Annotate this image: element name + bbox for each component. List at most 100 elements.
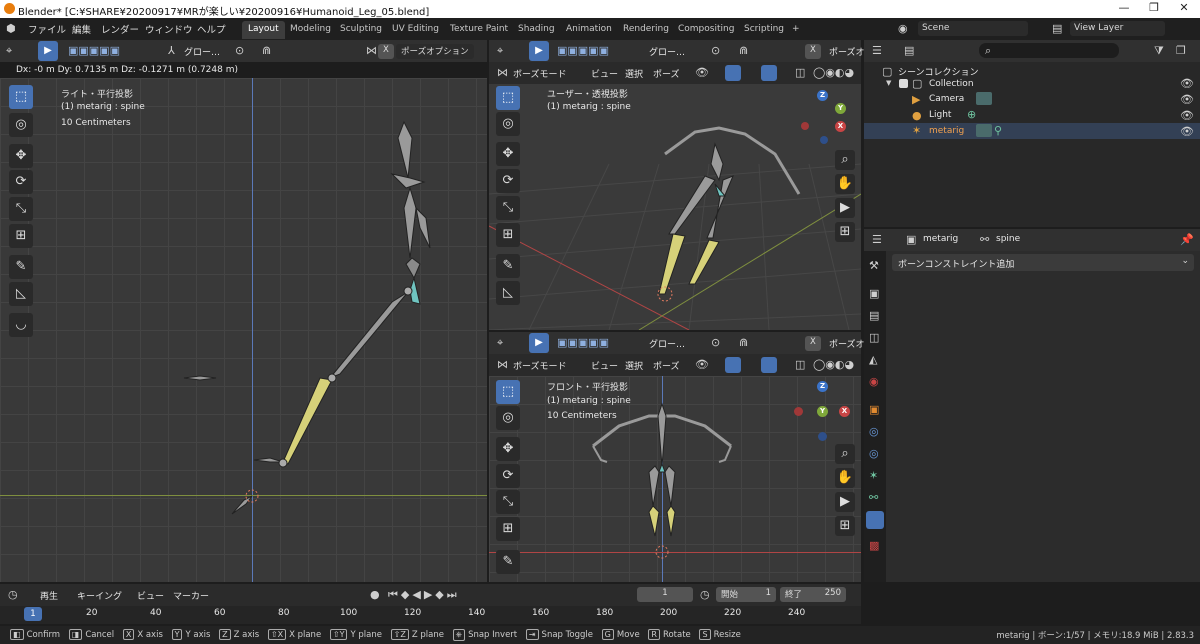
nav-y-axis[interactable]: Y: [817, 406, 828, 417]
annotate-tool-icon[interactable]: ✎: [496, 550, 520, 574]
pin-icon[interactable]: 📌: [1180, 233, 1194, 246]
bone-tab-icon[interactable]: ⚯: [869, 491, 878, 504]
tab-animation[interactable]: Animation: [560, 21, 618, 39]
menu-select[interactable]: 選択: [625, 359, 643, 372]
move-tool-icon[interactable]: ✥: [496, 142, 520, 166]
selection-mode-icon[interactable]: ▣▣▣▣▣: [557, 336, 609, 349]
nav-neg-z[interactable]: [820, 136, 828, 144]
display-mode-icon[interactable]: ▤: [904, 44, 914, 57]
left-viewport[interactable]: ライト・平行投影 (1) metarig : spine 10 Centimet…: [0, 78, 487, 582]
nav-neg-z[interactable]: [818, 432, 827, 441]
armature-data-icon[interactable]: [976, 124, 992, 137]
selection-mode-icon[interactable]: ▣▣▣▣▣: [68, 44, 120, 57]
expand-arrow-icon[interactable]: ▼: [886, 79, 891, 87]
playhead[interactable]: 1: [24, 607, 42, 621]
gizmo-toggle-icon[interactable]: [725, 65, 741, 81]
br-viewport[interactable]: フロント・平行投影 (1) metarig : spine 10 Centime…: [489, 376, 861, 582]
pose-options-dropdown[interactable]: ポーズオ: [829, 337, 865, 350]
camera-view-icon[interactable]: ▶: [835, 492, 855, 512]
eye-icon[interactable]: 👁: [1180, 109, 1194, 122]
start-frame-field[interactable]: 開始 1: [716, 587, 776, 602]
zoom-icon[interactable]: ⌕: [835, 444, 855, 464]
tool-tab-icon[interactable]: ⚒: [869, 259, 879, 272]
snap-icon[interactable]: ⋒: [262, 44, 271, 57]
view-layer-selector[interactable]: View Layer: [1070, 21, 1165, 36]
outliner-item-light[interactable]: Light: [929, 110, 951, 120]
cursor-tool-icon[interactable]: ◎: [496, 406, 520, 430]
editor-type-icon[interactable]: ⌖: [497, 44, 503, 58]
pose-options-dropdown[interactable]: ポーズオ: [829, 45, 865, 58]
tab-add-workspace[interactable]: +: [786, 21, 806, 39]
timeline-menu-view[interactable]: ビュー: [137, 589, 164, 602]
timeline-menu-keying[interactable]: キーイング: [77, 589, 122, 602]
checkbox-icon[interactable]: [899, 79, 908, 88]
pan-hand-icon[interactable]: ✋: [835, 468, 855, 488]
nav-z-axis[interactable]: Z: [817, 90, 828, 101]
render-tab-icon[interactable]: ▣: [869, 287, 879, 300]
x-mirror-toggle[interactable]: X: [805, 336, 821, 351]
editor-type-icon[interactable]: ☰: [872, 233, 882, 246]
x-mirror-toggle[interactable]: X: [805, 44, 821, 59]
view-layer-icon[interactable]: ▤: [1052, 22, 1062, 35]
menu-view[interactable]: ビュー: [591, 67, 618, 80]
mode-dropdown[interactable]: ボーズモード: [513, 67, 567, 80]
end-frame-field[interactable]: 終了 250: [780, 587, 846, 602]
zoom-icon[interactable]: ⌕: [835, 150, 855, 170]
maximize-button[interactable]: ❐: [1140, 1, 1168, 17]
record-icon[interactable]: ●: [370, 588, 380, 601]
overlay-toggle-icon[interactable]: [761, 357, 777, 373]
xray-icon[interactable]: ◫: [795, 358, 805, 371]
modifier-tab-icon[interactable]: ◎: [869, 425, 879, 438]
cursor-tool-icon[interactable]: ◎: [496, 112, 520, 136]
transform-tool-icon[interactable]: ⊞: [496, 223, 520, 247]
perspective-toggle-icon[interactable]: ⊞: [835, 222, 855, 242]
outliner-item-metarig[interactable]: metarig: [929, 126, 964, 136]
tab-shading[interactable]: Shading: [512, 21, 561, 39]
tab-rendering[interactable]: Rendering: [617, 21, 675, 39]
nav-z-axis[interactable]: Z: [817, 381, 828, 392]
eye-icon[interactable]: 👁: [1180, 77, 1194, 90]
rotate-tool-icon[interactable]: ⟳: [496, 464, 520, 488]
add-bone-constraint-dropdown[interactable]: ボーンコンストレイント追加 ⌄: [892, 254, 1194, 271]
editor-type-icon[interactable]: ⌖: [497, 336, 503, 350]
playback-controls-icon[interactable]: ⏮◆◀▶◆⏭: [388, 588, 460, 602]
scene-icon[interactable]: ◉: [898, 22, 908, 35]
shading-modes-icon[interactable]: ◯◉◐◕: [813, 66, 854, 79]
timeline-menu-playback[interactable]: 再生: [40, 589, 58, 602]
eye-icon[interactable]: 👁: [1180, 125, 1194, 138]
transform-tool-icon[interactable]: ⊞: [496, 517, 520, 541]
select-box-icon[interactable]: ▶: [529, 41, 549, 61]
transform-orientation-dropdown[interactable]: グロー…: [649, 337, 685, 350]
scene-selector[interactable]: Scene: [918, 21, 1028, 36]
outliner-item-camera[interactable]: Camera: [929, 94, 964, 104]
timeline-ruler[interactable]: 1 20 40 60 80 100 120 140 160 180 200 22…: [0, 606, 861, 624]
current-frame-field[interactable]: 1: [637, 587, 693, 602]
scale-tool-icon[interactable]: ⤡: [496, 490, 520, 514]
tab-texture-paint[interactable]: Texture Paint: [444, 21, 514, 39]
pivot-icon[interactable]: ⊙: [711, 44, 720, 57]
nav-neg-x[interactable]: [794, 407, 803, 416]
perspective-toggle-icon[interactable]: ⊞: [835, 516, 855, 536]
world-tab-icon[interactable]: ◉: [869, 375, 879, 388]
pose-options-dropdown[interactable]: ポーズオプション: [396, 44, 474, 59]
nav-x-axis[interactable]: X: [839, 406, 850, 417]
menu-render[interactable]: レンダー: [101, 22, 139, 36]
scene-collection-label[interactable]: シーンコレクション: [898, 65, 979, 78]
timeline-editor-icon[interactable]: ◷: [8, 588, 18, 601]
tab-layout[interactable]: Layout: [242, 21, 285, 39]
menu-pose[interactable]: ポーズ: [653, 359, 680, 372]
timeline-menu-marker[interactable]: マーカー: [173, 589, 209, 602]
pan-hand-icon[interactable]: ✋: [835, 174, 855, 194]
transform-orientation-icon[interactable]: ⅄: [168, 44, 175, 57]
tab-compositing[interactable]: Compositing: [672, 21, 740, 39]
nav-x-axis[interactable]: X: [835, 121, 846, 132]
menu-help[interactable]: ヘルプ: [197, 22, 226, 36]
outliner-search-input[interactable]: [979, 43, 1119, 58]
physics-tab-icon[interactable]: ◎: [869, 447, 879, 460]
nav-neg-x[interactable]: [801, 122, 809, 130]
menu-select[interactable]: 選択: [625, 67, 643, 80]
mode-icon[interactable]: ⋈: [497, 66, 508, 79]
camera-view-icon[interactable]: ▶: [835, 198, 855, 218]
select-box-icon[interactable]: ▶: [529, 333, 549, 353]
pose-icon[interactable]: ⚲: [994, 124, 1002, 137]
